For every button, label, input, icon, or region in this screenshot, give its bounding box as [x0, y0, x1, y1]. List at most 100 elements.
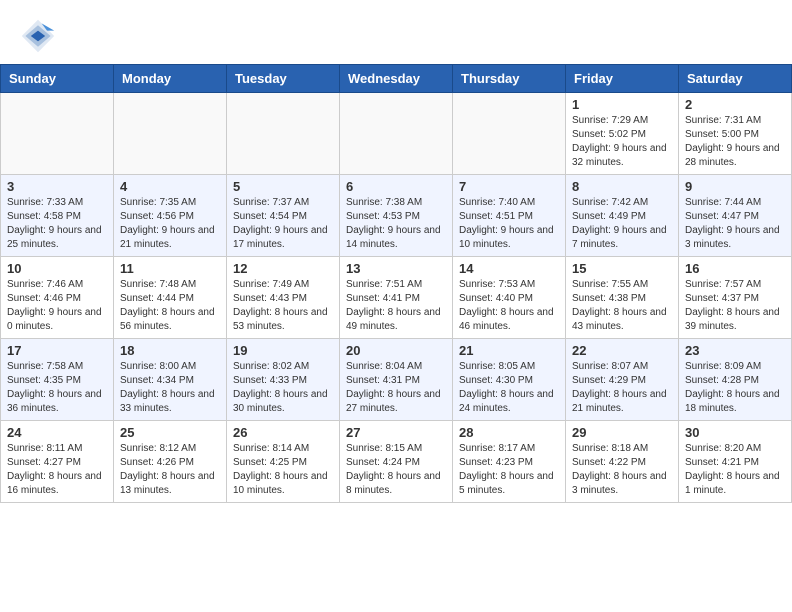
day-info: Sunrise: 7:31 AM Sunset: 5:00 PM Dayligh… [685, 114, 785, 170]
day-info: Sunrise: 7:29 AM Sunset: 5:02 PM Dayligh… [572, 114, 672, 170]
calendar-cell: 30 Sunrise: 8:20 AM Sunset: 4:21 PM Dayli… [679, 421, 792, 503]
day-info: Sunrise: 7:58 AM Sunset: 4:35 PM Dayligh… [7, 360, 107, 416]
day-number: 1 [572, 97, 672, 112]
calendar-week-row: 10 Sunrise: 7:46 AM Sunset: 4:46 PM Dayli… [1, 257, 792, 339]
calendar-cell: 20Sunrise: 8:04 AM Sunset: 4:31 PM Dayli… [340, 339, 453, 421]
day-info: Sunrise: 7:49 AM Sunset: 4:43 PM Dayligh… [233, 278, 333, 334]
day-number: 24 [7, 425, 107, 440]
day-number: 10 [7, 261, 107, 276]
day-number: 28 [459, 425, 559, 440]
day-number: 23 [685, 343, 785, 358]
calendar-week-row: 17Sunrise: 7:58 AM Sunset: 4:35 PM Dayli… [1, 339, 792, 421]
calendar-cell: 25 Sunrise: 8:12 AM Sunset: 4:26 PM Dayli… [114, 421, 227, 503]
calendar-cell: 23 Sunrise: 8:09 AM Sunset: 4:28 PM Dayli… [679, 339, 792, 421]
calendar-cell: 15 Sunrise: 7:55 AM Sunset: 4:38 PM Dayli… [566, 257, 679, 339]
day-number: 5 [233, 179, 333, 194]
calendar-cell: 24Sunrise: 8:11 AM Sunset: 4:27 PM Dayli… [1, 421, 114, 503]
day-info: Sunrise: 8:05 AM Sunset: 4:30 PM Dayligh… [459, 360, 559, 416]
day-number: 2 [685, 97, 785, 112]
day-number: 11 [120, 261, 220, 276]
calendar-cell: 28 Sunrise: 8:17 AM Sunset: 4:23 PM Dayli… [453, 421, 566, 503]
calendar-cell [453, 93, 566, 175]
calendar-cell [1, 93, 114, 175]
day-info: Sunrise: 7:46 AM Sunset: 4:46 PM Dayligh… [7, 278, 107, 334]
calendar-cell: 12 Sunrise: 7:49 AM Sunset: 4:43 PM Dayli… [227, 257, 340, 339]
day-info: Sunrise: 7:53 AM Sunset: 4:40 PM Dayligh… [459, 278, 559, 334]
calendar-cell: 8 Sunrise: 7:42 AM Sunset: 4:49 PM Daylig… [566, 175, 679, 257]
day-info: Sunrise: 7:44 AM Sunset: 4:47 PM Dayligh… [685, 196, 785, 252]
day-number: 18 [120, 343, 220, 358]
day-number: 25 [120, 425, 220, 440]
day-info: Sunrise: 8:17 AM Sunset: 4:23 PM Dayligh… [459, 442, 559, 498]
day-info: Sunrise: 7:48 AM Sunset: 4:44 PM Dayligh… [120, 278, 220, 334]
day-number: 26 [233, 425, 333, 440]
calendar-cell: 17Sunrise: 7:58 AM Sunset: 4:35 PM Dayli… [1, 339, 114, 421]
day-info: Sunrise: 8:14 AM Sunset: 4:25 PM Dayligh… [233, 442, 333, 498]
day-number: 8 [572, 179, 672, 194]
weekday-header-friday: Friday [566, 65, 679, 93]
weekday-header-wednesday: Wednesday [340, 65, 453, 93]
day-info: Sunrise: 8:09 AM Sunset: 4:28 PM Dayligh… [685, 360, 785, 416]
calendar-cell: 27 Sunrise: 8:15 AM Sunset: 4:24 PM Dayli… [340, 421, 453, 503]
logo [20, 18, 60, 54]
calendar-cell [227, 93, 340, 175]
calendar-cell: 7 Sunrise: 7:40 AM Sunset: 4:51 PM Daylig… [453, 175, 566, 257]
calendar-cell: 16 Sunrise: 7:57 AM Sunset: 4:37 PM Dayli… [679, 257, 792, 339]
day-info: Sunrise: 8:15 AM Sunset: 4:24 PM Dayligh… [346, 442, 446, 498]
calendar-cell: 18 Sunrise: 8:00 AM Sunset: 4:34 PM Dayli… [114, 339, 227, 421]
calendar-week-row: 24Sunrise: 8:11 AM Sunset: 4:27 PM Dayli… [1, 421, 792, 503]
calendar-cell: 9 Sunrise: 7:44 AM Sunset: 4:47 PM Daylig… [679, 175, 792, 257]
day-number: 13 [346, 261, 446, 276]
calendar-cell [340, 93, 453, 175]
day-info: Sunrise: 7:40 AM Sunset: 4:51 PM Dayligh… [459, 196, 559, 252]
calendar-cell: 3Sunrise: 7:33 AM Sunset: 4:58 PM Daylig… [1, 175, 114, 257]
calendar-cell: 21 Sunrise: 8:05 AM Sunset: 4:30 PM Dayli… [453, 339, 566, 421]
weekday-header-tuesday: Tuesday [227, 65, 340, 93]
day-number: 30 [685, 425, 785, 440]
logo-icon [20, 18, 56, 54]
day-number: 4 [120, 179, 220, 194]
day-info: Sunrise: 7:38 AM Sunset: 4:53 PM Dayligh… [346, 196, 446, 252]
day-number: 29 [572, 425, 672, 440]
calendar-cell: 26 Sunrise: 8:14 AM Sunset: 4:25 PM Dayli… [227, 421, 340, 503]
day-number: 6 [346, 179, 446, 194]
day-info: Sunrise: 7:55 AM Sunset: 4:38 PM Dayligh… [572, 278, 672, 334]
day-info: Sunrise: 8:18 AM Sunset: 4:22 PM Dayligh… [572, 442, 672, 498]
day-info: Sunrise: 8:07 AM Sunset: 4:29 PM Dayligh… [572, 360, 672, 416]
day-info: Sunrise: 7:33 AM Sunset: 4:58 PM Dayligh… [7, 196, 107, 252]
calendar-cell [114, 93, 227, 175]
day-number: 16 [685, 261, 785, 276]
day-number: 15 [572, 261, 672, 276]
day-info: Sunrise: 7:42 AM Sunset: 4:49 PM Dayligh… [572, 196, 672, 252]
calendar: SundayMondayTuesdayWednesdayThursdayFrid… [0, 64, 792, 503]
weekday-header-thursday: Thursday [453, 65, 566, 93]
day-number: 7 [459, 179, 559, 194]
day-info: Sunrise: 8:12 AM Sunset: 4:26 PM Dayligh… [120, 442, 220, 498]
calendar-cell: 1 Sunrise: 7:29 AM Sunset: 5:02 PM Daylig… [566, 93, 679, 175]
calendar-cell: 19 Sunrise: 8:02 AM Sunset: 4:33 PM Dayli… [227, 339, 340, 421]
day-number: 12 [233, 261, 333, 276]
day-info: Sunrise: 7:37 AM Sunset: 4:54 PM Dayligh… [233, 196, 333, 252]
day-info: Sunrise: 8:20 AM Sunset: 4:21 PM Dayligh… [685, 442, 785, 498]
weekday-header-sunday: Sunday [1, 65, 114, 93]
day-number: 21 [459, 343, 559, 358]
day-number: 20 [346, 343, 446, 358]
calendar-cell: 5 Sunrise: 7:37 AM Sunset: 4:54 PM Daylig… [227, 175, 340, 257]
calendar-cell: 6 Sunrise: 7:38 AM Sunset: 4:53 PM Daylig… [340, 175, 453, 257]
day-info: Sunrise: 8:00 AM Sunset: 4:34 PM Dayligh… [120, 360, 220, 416]
day-number: 27 [346, 425, 446, 440]
day-info: Sunrise: 7:57 AM Sunset: 4:37 PM Dayligh… [685, 278, 785, 334]
calendar-cell: 29 Sunrise: 8:18 AM Sunset: 4:22 PM Dayli… [566, 421, 679, 503]
calendar-cell: 2 Sunrise: 7:31 AM Sunset: 5:00 PM Daylig… [679, 93, 792, 175]
calendar-cell: 14Sunrise: 7:53 AM Sunset: 4:40 PM Dayli… [453, 257, 566, 339]
day-number: 9 [685, 179, 785, 194]
day-number: 19 [233, 343, 333, 358]
day-number: 22 [572, 343, 672, 358]
day-info: Sunrise: 7:51 AM Sunset: 4:41 PM Dayligh… [346, 278, 446, 334]
weekday-header-monday: Monday [114, 65, 227, 93]
calendar-cell: 4 Sunrise: 7:35 AM Sunset: 4:56 PM Daylig… [114, 175, 227, 257]
weekday-header-row: SundayMondayTuesdayWednesdayThursdayFrid… [1, 65, 792, 93]
day-info: Sunrise: 7:35 AM Sunset: 4:56 PM Dayligh… [120, 196, 220, 252]
calendar-cell: 11 Sunrise: 7:48 AM Sunset: 4:44 PM Dayli… [114, 257, 227, 339]
day-info: Sunrise: 8:02 AM Sunset: 4:33 PM Dayligh… [233, 360, 333, 416]
